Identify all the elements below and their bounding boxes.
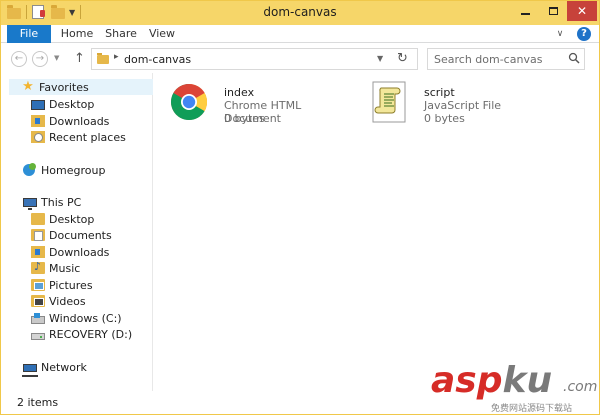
nav-network-label: Network xyxy=(41,360,87,374)
star-icon: ★ xyxy=(22,79,34,94)
nav-network[interactable]: Network xyxy=(22,359,87,377)
item-count: 2 items xyxy=(17,396,59,409)
file-size: 0 bytes xyxy=(224,112,265,125)
chrome-icon xyxy=(170,83,208,121)
file-name: script xyxy=(424,86,455,99)
file-list: index Chrome HTML Document 0 bytes scrip… xyxy=(154,73,599,391)
forward-button[interactable]: → xyxy=(32,51,48,67)
help-icon[interactable]: ? xyxy=(577,27,591,41)
ribbon-tab-bar: File Home Share View ∨ ? xyxy=(1,25,599,43)
breadcrumb-chevron-icon[interactable]: ▸ xyxy=(114,52,119,62)
address-bar[interactable]: ▸ dom-canvas ▼ ↻ xyxy=(91,48,418,70)
nav-item-documents[interactable]: Documents xyxy=(31,227,112,243)
recent-locations-chevron-icon[interactable]: ▼ xyxy=(54,54,59,62)
close-icon: ✕ xyxy=(576,4,588,18)
homegroup-icon xyxy=(23,163,36,176)
nav-item-windows-drive[interactable]: Windows (C:) xyxy=(31,310,122,326)
tab-share[interactable]: Share xyxy=(105,25,137,43)
folder-icon xyxy=(97,53,109,64)
nav-item-label: Videos xyxy=(49,294,86,308)
nav-item-label: Downloads xyxy=(49,114,110,128)
nav-item-recent-places[interactable]: Recent places xyxy=(31,129,126,145)
documents-folder-icon xyxy=(31,229,45,241)
recent-places-icon xyxy=(31,131,45,143)
nav-this-pc[interactable]: This PC xyxy=(23,194,81,210)
downloads-folder-icon xyxy=(31,115,45,127)
tab-home[interactable]: Home xyxy=(59,25,95,43)
nav-item-desktop[interactable]: Desktop xyxy=(31,96,94,112)
tab-view[interactable]: View xyxy=(147,25,177,43)
nav-item-downloads[interactable]: Downloads xyxy=(31,244,109,260)
file-item-index[interactable]: index Chrome HTML Document 0 bytes xyxy=(167,80,357,126)
nav-item-label: Documents xyxy=(49,228,112,242)
search-icon[interactable] xyxy=(568,52,580,64)
watermark-suffix: .com xyxy=(563,379,598,395)
nav-this-pc-label: This PC xyxy=(41,195,82,209)
nav-item-label: Music xyxy=(49,261,81,275)
navigation-pane: ★ Favorites Desktop Downloads Recent pla… xyxy=(1,73,153,391)
videos-folder-icon xyxy=(31,295,45,307)
file-name: index xyxy=(224,86,255,99)
nav-item-pictures[interactable]: Pictures xyxy=(31,277,93,293)
minimize-icon xyxy=(520,13,530,15)
watermark-tagline: 免费网站源码下载站 xyxy=(491,404,573,414)
maximize-button[interactable] xyxy=(539,1,567,21)
nav-item-label: Desktop xyxy=(49,212,95,226)
file-item-script[interactable]: script JavaScript File 0 bytes xyxy=(367,80,557,126)
navigation-bar: ← → ▼ ↑ ▸ dom-canvas ▼ ↻ Search dom-canv… xyxy=(1,43,599,73)
computer-icon xyxy=(23,198,37,210)
minimize-button[interactable] xyxy=(511,1,539,21)
file-size: 0 bytes xyxy=(424,112,465,125)
nav-item-label: Desktop xyxy=(49,97,95,111)
nav-item-label: Recent places xyxy=(49,130,126,144)
nav-item-desktop[interactable]: Desktop xyxy=(31,211,94,227)
pictures-folder-icon xyxy=(31,279,45,291)
maximize-icon xyxy=(548,7,558,15)
folder-icon xyxy=(31,213,45,225)
nav-homegroup-label: Homegroup xyxy=(41,163,106,177)
script-file-icon xyxy=(372,81,406,123)
watermark-logo: aspku .com 免费网站源码下载站 xyxy=(431,361,599,415)
address-history-chevron-icon[interactable]: ▼ xyxy=(377,54,383,63)
nav-favorites-label: Favorites xyxy=(39,80,89,94)
nav-item-label: Pictures xyxy=(49,278,93,292)
nav-item-label: Windows (C:) xyxy=(49,311,122,325)
nav-homegroup[interactable]: Homegroup xyxy=(23,162,105,178)
nav-favorites[interactable]: ★ Favorites xyxy=(9,79,153,95)
explorer-window: ▼ dom-canvas ✕ File Home Share View ∨ ? … xyxy=(0,0,600,415)
expand-ribbon-chevron-icon[interactable]: ∨ xyxy=(554,28,566,40)
address-path[interactable]: dom-canvas xyxy=(124,53,191,66)
search-placeholder: Search dom-canvas xyxy=(434,53,543,66)
window-title: dom-canvas xyxy=(263,5,337,19)
refresh-icon[interactable]: ↻ xyxy=(397,51,408,66)
nav-item-label: Downloads xyxy=(49,245,110,259)
watermark-brand-gray: ku xyxy=(502,360,553,401)
nav-item-label: RECOVERY (D:) xyxy=(49,327,133,341)
search-input[interactable]: Search dom-canvas xyxy=(427,48,585,70)
nav-item-recovery-drive[interactable]: RECOVERY (D:) xyxy=(31,326,132,342)
watermark-brand: aspku xyxy=(431,361,552,401)
nav-item-downloads[interactable]: Downloads xyxy=(31,113,109,129)
title-bar: ▼ dom-canvas ✕ xyxy=(1,1,599,25)
up-arrow-icon[interactable]: ↑ xyxy=(74,51,85,66)
downloads-folder-icon xyxy=(31,246,45,258)
watermark-brand-red: asp xyxy=(431,360,503,401)
nav-item-videos[interactable]: Videos xyxy=(31,293,86,309)
file-type: JavaScript File xyxy=(424,99,502,112)
music-folder-icon xyxy=(31,260,45,274)
nav-item-music[interactable]: Music xyxy=(31,260,80,276)
drive-icon xyxy=(31,332,45,340)
network-icon xyxy=(22,363,38,377)
back-button[interactable]: ← xyxy=(11,51,27,67)
desktop-icon xyxy=(31,99,45,110)
close-button[interactable]: ✕ xyxy=(567,1,597,21)
windows-drive-icon xyxy=(31,312,45,324)
tab-file[interactable]: File xyxy=(7,25,51,43)
